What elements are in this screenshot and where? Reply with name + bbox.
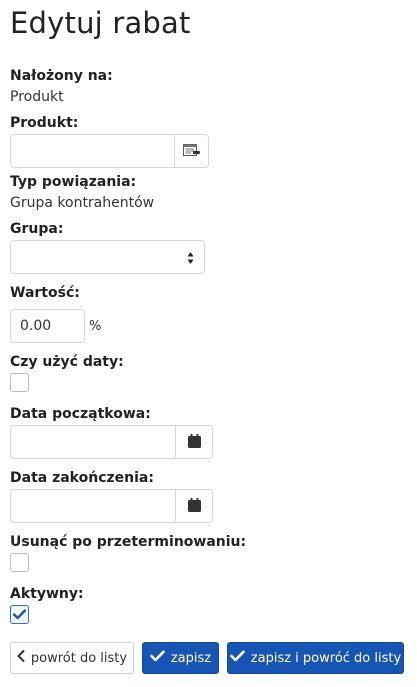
- amount-unit: %: [89, 319, 102, 334]
- end-date-label: Data zakończenia:: [10, 470, 154, 486]
- chevron-left-icon: [17, 650, 25, 666]
- back-to-list-button[interactable]: powrót do listy: [10, 642, 134, 674]
- applied-to-label: Nałożony na:: [10, 68, 113, 84]
- remove-after-expiry-checkbox[interactable]: [10, 553, 29, 572]
- save-and-back-button[interactable]: zapisz i powróć do listy: [227, 642, 404, 674]
- use-dates-checkbox[interactable]: [10, 373, 29, 392]
- remove-after-expiry-label: Usunąć po przeterminowaniu:: [10, 534, 247, 550]
- product-input[interactable]: [10, 134, 175, 168]
- save-label: zapisz: [170, 650, 212, 666]
- product-label: Produkt:: [10, 115, 79, 131]
- active-checkbox[interactable]: [10, 605, 29, 624]
- calendar-icon: [187, 433, 201, 452]
- back-to-list-label: powrót do listy: [30, 650, 128, 666]
- check-icon: [229, 650, 245, 666]
- end-date-calendar-button[interactable]: [176, 489, 213, 523]
- calendar-icon: [187, 497, 201, 516]
- amount-label: Wartość:: [10, 285, 80, 301]
- relation-type-value: Grupa kontrahentów: [10, 195, 155, 211]
- select-arrows-icon: [187, 250, 194, 269]
- check-icon: [12, 605, 27, 624]
- applied-to-value: Produkt: [10, 89, 64, 105]
- group-label: Grupa:: [10, 221, 64, 237]
- start-date-input[interactable]: [10, 425, 176, 459]
- active-label: Aktywny:: [10, 586, 84, 602]
- end-date-input[interactable]: [10, 489, 176, 523]
- start-date-label: Data początkowa:: [10, 406, 151, 422]
- group-select[interactable]: [10, 240, 205, 274]
- page-title: Edytuj rabat: [10, 6, 191, 40]
- list-select-icon: [183, 142, 200, 161]
- amount-input[interactable]: 0.00: [10, 309, 85, 343]
- save-button[interactable]: zapisz: [142, 642, 219, 674]
- product-picker-button[interactable]: [175, 134, 209, 168]
- use-dates-label: Czy użyć daty:: [10, 354, 124, 370]
- relation-type-label: Typ powiązania:: [10, 174, 137, 190]
- start-date-calendar-button[interactable]: [176, 425, 213, 459]
- save-and-back-label: zapisz i powróć do listy: [250, 650, 402, 666]
- check-icon: [150, 650, 165, 666]
